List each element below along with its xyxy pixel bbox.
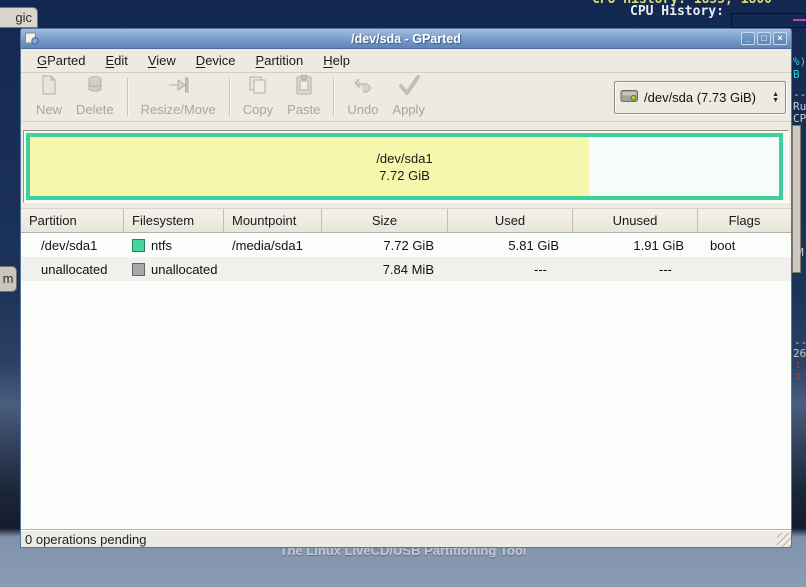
cell-partition: unallocated (21, 262, 124, 277)
menu-partition[interactable]: Partition (246, 50, 314, 71)
toolbar: New Delete Resize/Move Copy Paste Undo A… (21, 73, 791, 122)
cell-flags: boot (698, 238, 791, 253)
cell-size: 7.84 MiB (322, 262, 448, 277)
header-unused: Unused (573, 209, 698, 232)
delete-button[interactable]: Delete (69, 75, 121, 119)
header-filesystem: Filesystem (124, 209, 224, 232)
partition-visual-size: 7.72 GiB (379, 167, 430, 184)
partition-visual-label: /dev/sda1 (376, 150, 432, 167)
new-button[interactable]: New (29, 75, 69, 119)
paste-icon (294, 74, 314, 101)
hard-drive-icon (620, 88, 639, 108)
table-header-row: Partition Filesystem Mountpoint Size Use… (21, 208, 791, 233)
menu-device[interactable]: Device (186, 50, 246, 71)
resize-move-button[interactable]: Resize/Move (134, 75, 223, 119)
cell-unused: 1.91 GiB (573, 238, 698, 253)
cell-filesystem: unallocated (151, 262, 218, 277)
menu-gparted[interactable]: GParted (27, 50, 95, 71)
toolbar-separator (333, 78, 334, 116)
header-size: Size (322, 209, 448, 232)
cell-mountpoint: /media/sda1 (224, 238, 322, 253)
unallocated-color-swatch (132, 263, 145, 276)
menu-bar: GParted Edit View Device Partition Help (21, 49, 791, 73)
apply-button[interactable]: Apply (385, 75, 432, 119)
window-titlebar[interactable]: /dev/sda - GParted _ □ × (21, 29, 791, 49)
maximize-button[interactable]: □ (757, 32, 771, 45)
desktop-tab-m[interactable]: m (0, 266, 17, 292)
minimize-button[interactable]: _ (741, 32, 755, 45)
cpu-history-label: CPU History: (630, 4, 724, 19)
cell-used: --- (448, 262, 573, 277)
toolbar-separator (127, 78, 128, 116)
toolbar-separator (229, 78, 230, 116)
cell-partition: /dev/sda1 (21, 238, 124, 253)
ntfs-color-swatch (132, 239, 145, 252)
gparted-window: /dev/sda - GParted _ □ × GParted Edit Vi… (20, 28, 792, 548)
resize-grip[interactable] (777, 533, 791, 547)
cell-size: 7.72 GiB (322, 238, 448, 253)
status-bar: 0 operations pending (21, 530, 791, 547)
graph-line-fragment (793, 19, 806, 21)
header-partition: Partition (21, 209, 124, 232)
header-used: Used (448, 209, 573, 232)
desktop-tab-gic[interactable]: gic (0, 7, 38, 28)
menu-view[interactable]: View (138, 50, 186, 71)
resize-move-icon (166, 74, 190, 101)
desktop-text-fragment: : (795, 369, 802, 382)
desktop-text-fragment: M (797, 246, 804, 259)
desktop-text-fragment: CP (793, 112, 806, 125)
device-selector-value: /dev/sda (7.73 GiB) (644, 90, 772, 105)
gparted-app-icon (25, 32, 39, 45)
copy-icon (247, 74, 269, 101)
window-title: /dev/sda - GParted (21, 32, 791, 46)
device-selector[interactable]: /dev/sda (7.73 GiB) ▲▼ (614, 81, 786, 114)
delete-partition-icon (84, 74, 106, 101)
paste-button[interactable]: Paste (280, 75, 327, 119)
menu-help[interactable]: Help (313, 50, 360, 71)
spinner-arrows-icon[interactable]: ▲▼ (772, 92, 779, 104)
desktop-text-fragment: %) (793, 55, 806, 68)
cell-used: 5.81 GiB (448, 238, 573, 253)
header-flags: Flags (698, 209, 791, 232)
header-mountpoint: Mountpoint (224, 209, 322, 232)
new-partition-icon (39, 74, 59, 101)
operations-pending-text: 0 operations pending (25, 532, 146, 547)
table-row-sda1[interactable]: /dev/sda1 ntfs /media/sda1 7.72 GiB 5.81… (21, 233, 791, 257)
cell-filesystem: ntfs (151, 238, 172, 253)
desktop-text-fragment: B (793, 68, 800, 81)
close-button[interactable]: × (773, 32, 787, 45)
menu-edit[interactable]: Edit (95, 50, 137, 71)
cell-unused: --- (573, 262, 698, 277)
partition-visual-sda1[interactable]: /dev/sda1 7.72 GiB (26, 133, 783, 200)
undo-icon (352, 74, 374, 101)
table-row-unallocated[interactable]: unallocated unallocated 7.84 MiB --- --- (21, 257, 791, 281)
copy-button[interactable]: Copy (236, 75, 280, 119)
disk-visual-area: /dev/sda1 7.72 GiB (23, 130, 789, 203)
apply-icon (397, 74, 421, 101)
undo-button[interactable]: Undo (340, 75, 385, 119)
